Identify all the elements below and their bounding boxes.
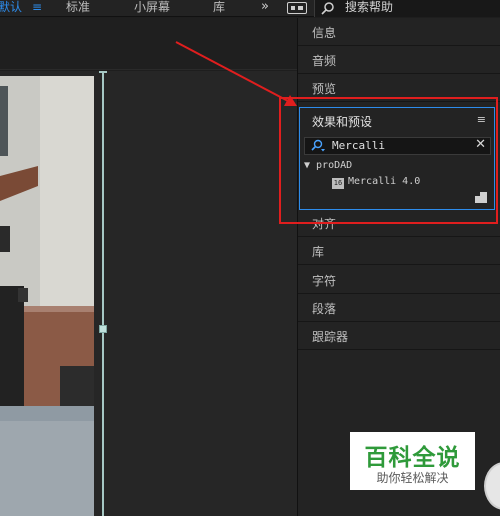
panel-audio[interactable]: 音频 xyxy=(298,46,500,74)
panel-preview-label: 预览 xyxy=(312,82,337,96)
help-search-field[interactable]: 搜索帮助 xyxy=(314,0,500,17)
watermark-logo: 百科全说 助你轻松解决 xyxy=(350,432,475,490)
workspace-bar: 默认 ≡ 标准 小屏幕 库 » 搜索帮助 xyxy=(0,0,500,17)
tree-item-mercalli-label: Mercalli 4.0 xyxy=(348,176,421,187)
workspace-library[interactable]: 库 xyxy=(213,0,225,17)
video-frame-image xyxy=(0,76,94,516)
watermark-title: 百科全说 xyxy=(364,445,461,471)
workspace-small-screen[interactable]: 小屏幕 xyxy=(134,0,170,17)
panel-info[interactable]: 信息 xyxy=(298,18,500,46)
panel-libraries-label: 库 xyxy=(312,245,325,259)
panel-character[interactable]: 字符 xyxy=(298,266,500,294)
viewer-header xyxy=(0,18,297,70)
panel-info-label: 信息 xyxy=(312,26,337,40)
panel-libraries[interactable]: 库 xyxy=(298,237,500,265)
effect-bpc-icon: 16 xyxy=(332,178,344,189)
new-preset-icon[interactable] xyxy=(475,192,487,203)
anchor-guide-handle[interactable] xyxy=(99,325,107,333)
effects-presets-panel: 效果和预设 ≡ Mercalli ✕ ▼ proDAD 16 Mercalli 4… xyxy=(299,107,495,210)
panel-tracker-label: 跟踪器 xyxy=(312,330,349,344)
panel-tracker[interactable]: 跟踪器 xyxy=(298,322,500,350)
help-search-placeholder: 搜索帮助 xyxy=(345,0,394,14)
workspace-standard[interactable]: 标准 xyxy=(66,0,90,17)
panel-align-label: 对齐 xyxy=(312,217,337,231)
hamburger-icon[interactable]: ≡ xyxy=(32,0,44,17)
anchor-guide-cap xyxy=(99,71,107,73)
panel-paragraph[interactable]: 段落 xyxy=(298,294,500,322)
effects-search-input[interactable]: Mercalli ✕ xyxy=(304,137,491,155)
tree-item-mercalli[interactable]: 16 Mercalli 4.0 xyxy=(332,176,420,189)
effects-search-value: Mercalli xyxy=(332,139,385,152)
effects-panel-title[interactable]: 效果和预设 xyxy=(312,113,372,130)
anchor-guide-line[interactable] xyxy=(102,71,104,516)
panel-align[interactable]: 对齐 xyxy=(298,209,500,237)
workspace-default[interactable]: 默认 xyxy=(0,0,22,17)
workspace-overflow-icon[interactable]: » xyxy=(261,0,269,17)
keyboard-shortcuts-icon[interactable] xyxy=(287,2,307,14)
tree-folder-prodad[interactable]: ▼ proDAD xyxy=(304,160,352,171)
panel-character-label: 字符 xyxy=(312,274,337,288)
search-dropdown-icon[interactable] xyxy=(309,139,327,153)
panel-menu-icon[interactable]: ≡ xyxy=(477,113,486,126)
clear-search-icon[interactable]: ✕ xyxy=(475,137,486,152)
search-icon xyxy=(321,2,334,15)
panel-paragraph-label: 段落 xyxy=(312,302,337,316)
panel-audio-label: 音频 xyxy=(312,54,337,68)
watermark-subtitle: 助你轻松解决 xyxy=(376,471,449,485)
panel-preview[interactable]: 预览 xyxy=(298,74,500,102)
